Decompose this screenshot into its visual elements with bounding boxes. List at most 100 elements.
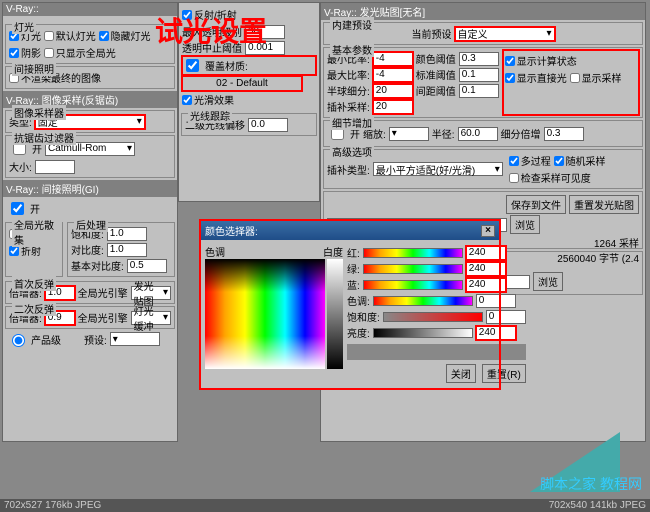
second-engine[interactable]: 灯光缓冲 [131, 311, 171, 325]
lbl: 隐藏灯光 [111, 28, 151, 43]
dist-thr[interactable]: 0.1 [459, 84, 499, 98]
ray-bias[interactable]: 0.0 [248, 118, 288, 132]
isamp[interactable]: 20 [373, 100, 413, 114]
hsub[interactable]: 20 [373, 84, 413, 98]
lbl: 当前预设 [412, 26, 452, 41]
preset-select[interactable]: 自定义 [455, 27, 555, 41]
lbl: 饱和度: [347, 309, 380, 324]
chk-override-mat[interactable] [186, 59, 199, 72]
sat-val[interactable]: 1.0 [107, 227, 147, 241]
lbl: 插补采样: [327, 99, 370, 114]
gi-scatter-title: 全局光散集 [12, 217, 62, 247]
adv-title: 高级选项 [330, 144, 374, 159]
browse-button[interactable]: 浏览 [510, 215, 540, 234]
v-slider[interactable] [373, 328, 473, 338]
rad-val[interactable]: 60.0 [458, 127, 498, 141]
ray-title: 光线跟踪 [188, 108, 232, 123]
con-val[interactable]: 1.0 [107, 243, 147, 257]
picker-reset-button[interactable]: 重置(R) [482, 364, 526, 383]
chk-refr[interactable] [9, 246, 19, 256]
lbl: 检查采样可见度 [521, 170, 591, 185]
gi-bar: V-Ray:: 间接照明(GI) [3, 180, 177, 197]
preset-sel[interactable] [110, 332, 160, 346]
lbl: 白度 [323, 244, 343, 259]
save-button[interactable]: 保存到文件 [506, 195, 566, 214]
chk-showsamp[interactable] [570, 73, 580, 83]
close-icon[interactable]: × [481, 225, 495, 237]
indirect-title: 间接照明 [12, 61, 56, 76]
lbl: 随机采样 [566, 153, 606, 168]
value-gradient[interactable] [327, 259, 343, 369]
s-slider[interactable] [383, 312, 483, 322]
h-val[interactable]: 0 [476, 294, 516, 308]
lbl: 显示直接光 [517, 70, 567, 85]
reset-irr-button[interactable]: 重置发光贴图 [569, 195, 639, 214]
nrm-thr[interactable]: 0.1 [459, 68, 499, 82]
lbl: 默认灯光 [56, 28, 96, 43]
first-engine[interactable]: 发光贴图 [131, 286, 171, 300]
footer-left: 702x527 176kb JPEG [4, 500, 101, 511]
clr-thr[interactable]: 0.3 [459, 52, 499, 66]
lbl: 对比度: [71, 242, 104, 257]
override-mat-button[interactable]: 02 - Default [182, 76, 302, 91]
chk-deflight[interactable] [44, 31, 54, 41]
aa-size[interactable] [35, 160, 75, 174]
browse2-button[interactable]: 浏览 [533, 272, 563, 291]
watermark: 脚本之家 教程网 [540, 474, 642, 494]
detail-title: 细节增加 [330, 115, 374, 130]
lbl: 开 [30, 201, 40, 216]
chk-hidelight[interactable] [99, 31, 109, 41]
footer: 702x527 176kb JPEG 702x540 141kb JPEG [0, 499, 650, 512]
lbl: 显示采样 [582, 70, 622, 85]
chk-rs[interactable] [554, 156, 564, 166]
picker-close-button[interactable]: 关闭 [446, 364, 476, 383]
lbl: 色调: [347, 293, 370, 308]
b-slider[interactable] [363, 280, 463, 290]
aa-title: 抗锯齿过滤器 [12, 130, 76, 145]
sub-val[interactable]: 0.3 [544, 127, 584, 141]
lbl: 大小: [9, 159, 32, 174]
lbl: 阴影 [21, 45, 41, 60]
v-val[interactable]: 240 [476, 326, 516, 340]
lbl: 只显示全局光 [56, 45, 116, 60]
chk-showcalc[interactable] [505, 56, 515, 66]
r-slider[interactable] [363, 248, 463, 258]
radio-prod[interactable] [12, 334, 25, 347]
bcon-val[interactable]: 0.5 [127, 259, 167, 273]
lbl: 覆盖材质: [205, 58, 248, 73]
chk-gionly[interactable] [44, 48, 54, 58]
h-slider[interactable] [373, 296, 473, 306]
preset-title: 内建预设 [330, 17, 374, 32]
s-val[interactable]: 0 [486, 310, 526, 324]
chk-gi-on[interactable] [11, 202, 24, 215]
sample-count: 1264 采样 [594, 239, 639, 250]
lbl: 半径: [432, 126, 455, 141]
g-val[interactable]: 240 [466, 262, 506, 276]
lighting-title: 灯光 [12, 19, 36, 34]
picker-titlebar[interactable]: 颜色选择器: × [201, 221, 499, 240]
chk-shadow[interactable] [9, 48, 19, 58]
lbl: 亮度: [347, 325, 370, 340]
b-val[interactable]: 240 [466, 278, 506, 292]
g-slider[interactable] [363, 264, 463, 274]
chk-showdirect[interactable] [505, 73, 515, 83]
chk-mp[interactable] [509, 156, 519, 166]
lbl: 预设: [84, 332, 107, 347]
min-rate[interactable]: -4 [373, 52, 413, 66]
scale-sel[interactable] [389, 127, 429, 141]
second-title: 二次反弹 [12, 301, 56, 316]
chk-vis[interactable] [509, 173, 519, 183]
sampler-title: 图像采样器 [12, 105, 66, 120]
picker-title: 颜色选择器: [205, 223, 258, 238]
color-spectrum[interactable] [205, 259, 325, 369]
chk-glossy[interactable] [182, 95, 192, 105]
lbl: 细分倍增 [501, 126, 541, 141]
lbl: 半球细分: [327, 83, 370, 98]
interp-sel[interactable]: 最小平方适配(好/光滑) [373, 162, 503, 176]
lbl: 最大比率: [327, 67, 370, 82]
r-val[interactable]: 240 [466, 246, 506, 260]
header-left: V-Ray:: [3, 3, 177, 16]
lbl: 光滑效果 [194, 92, 234, 107]
lbl: 间距阈值 [416, 83, 456, 98]
max-rate[interactable]: -4 [373, 68, 413, 82]
